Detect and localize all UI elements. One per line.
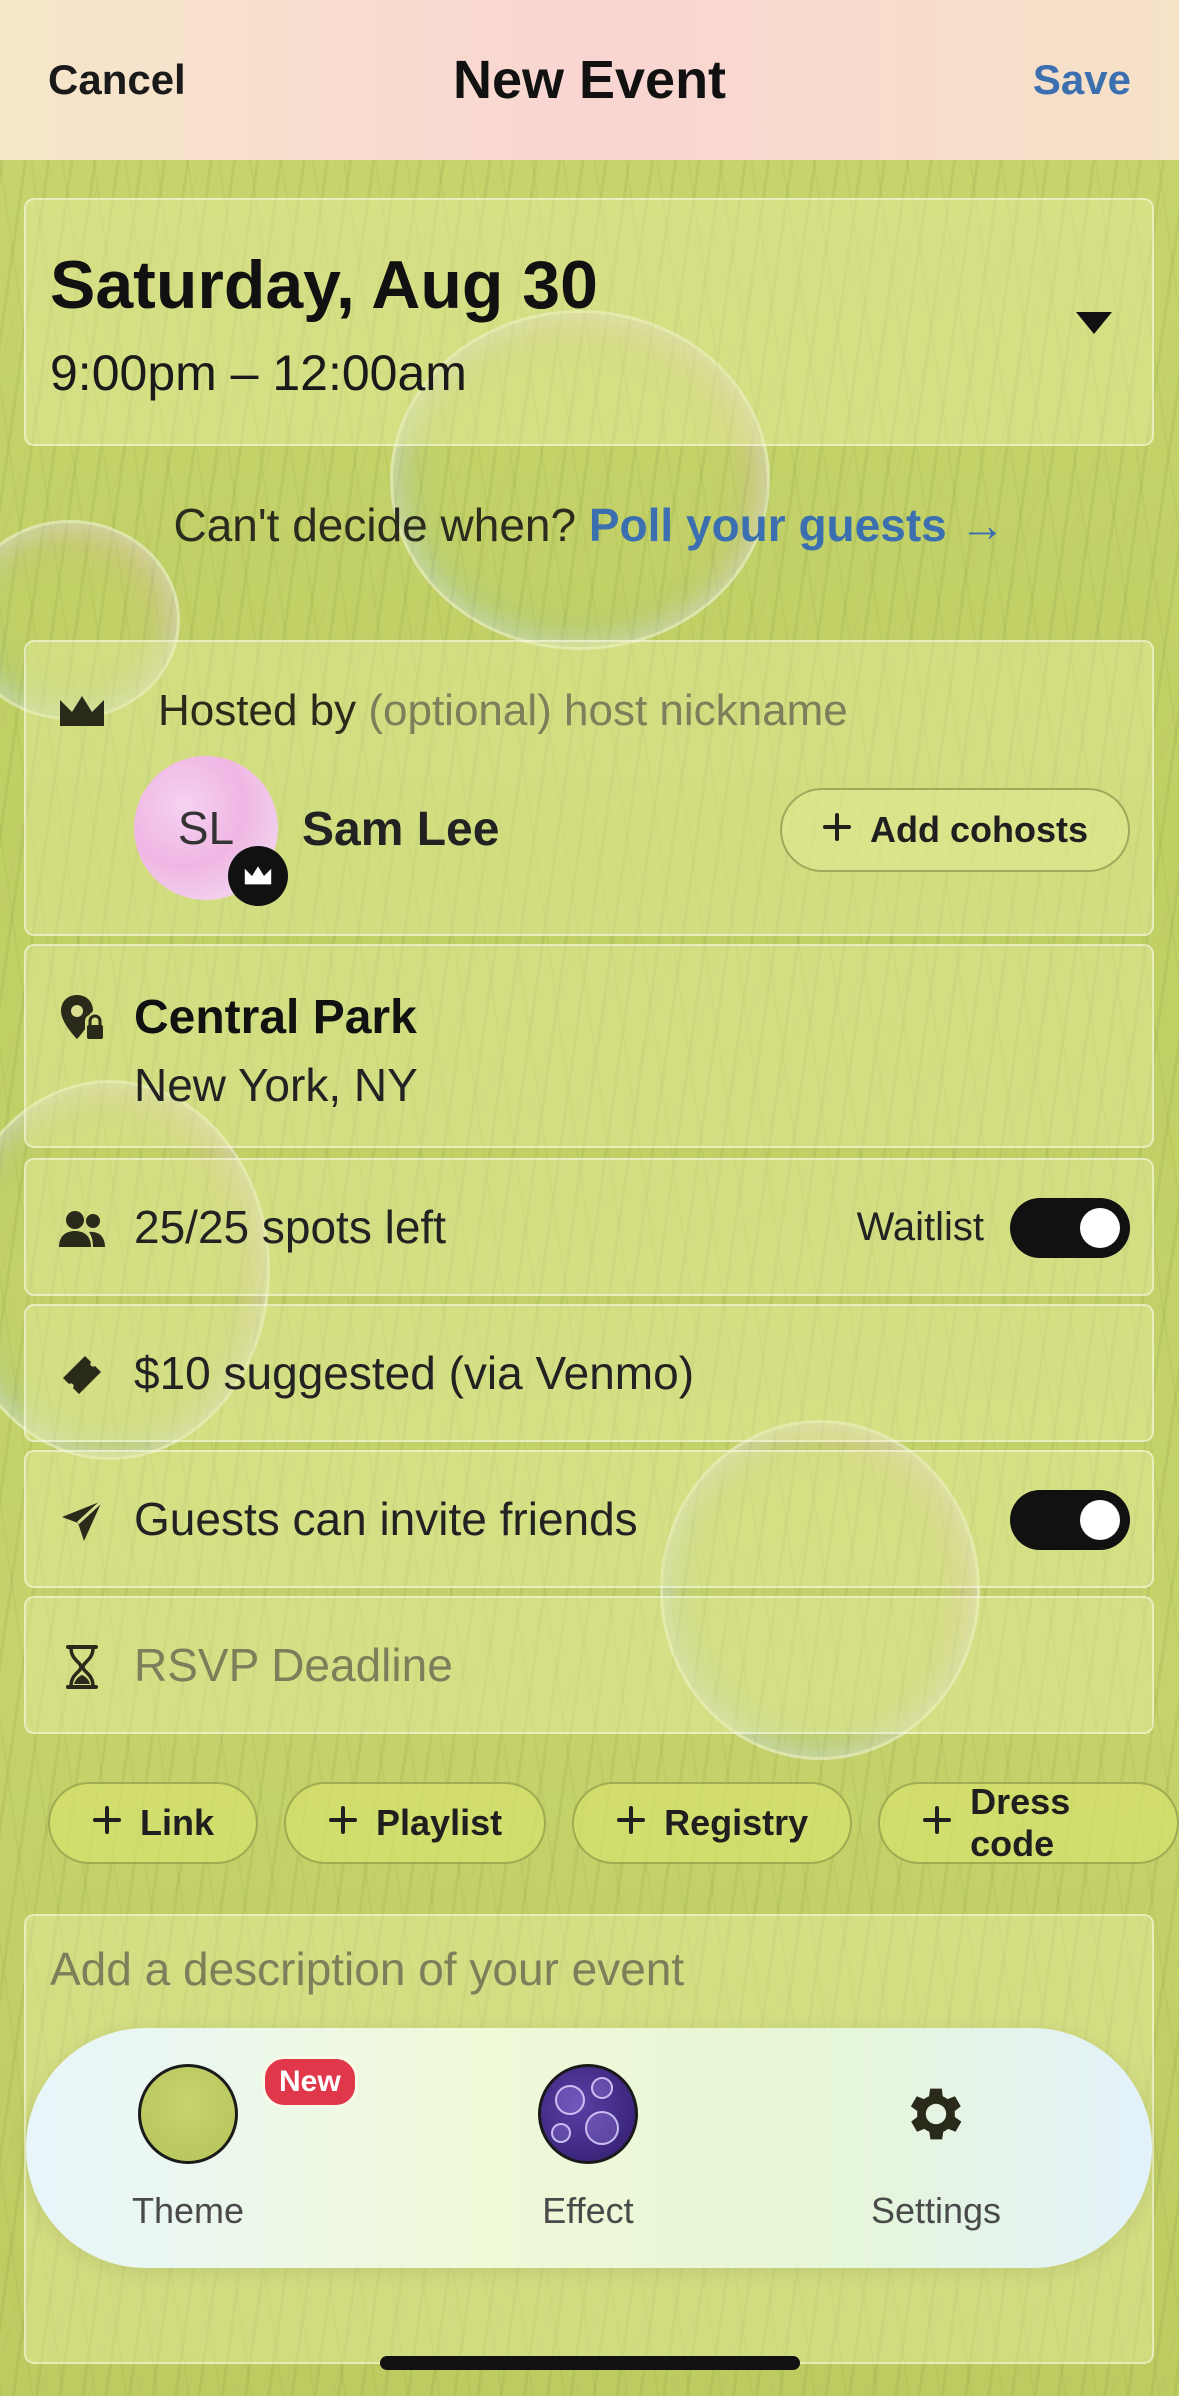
avatar: SL: [134, 756, 288, 906]
add-registry-label: Registry: [664, 1802, 809, 1843]
price-row[interactable]: $10 suggested (via Venmo): [24, 1304, 1154, 1442]
add-link-label: Link: [140, 1802, 215, 1843]
host-name: Sam Lee: [302, 803, 500, 856]
add-dress-code-label: Dress code: [970, 1781, 1071, 1864]
rsvp-deadline-field[interactable]: RSVP Deadline: [24, 1596, 1154, 1734]
plus-icon: [328, 1802, 358, 1844]
waitlist-toggle[interactable]: [1010, 1198, 1130, 1258]
rsvp-deadline-placeholder: RSVP Deadline: [134, 1639, 453, 1691]
host-nickname-field[interactable]: Hosted by (optional) host nickname: [158, 686, 848, 736]
bottom-dock: Theme New Effect Settings: [26, 2028, 1152, 2268]
poll-question: Can't decide when?: [173, 499, 577, 551]
guest-invite-toggle[interactable]: [1010, 1490, 1130, 1550]
effect-label: Effect: [542, 2190, 634, 2231]
settings-label: Settings: [870, 2190, 1002, 2231]
gear-icon: [886, 2064, 986, 2164]
theme-swatch-icon: [138, 2064, 238, 2164]
capacity-row[interactable]: 25/25 spots left Waitlist: [24, 1158, 1154, 1296]
host-section: Hosted by (optional) host nickname SL Sa…: [24, 640, 1154, 936]
plus-icon: [922, 1802, 952, 1844]
save-button[interactable]: Save: [1033, 56, 1131, 104]
new-badge: New: [262, 2056, 358, 2108]
add-cohosts-label: Add cohosts: [869, 809, 1088, 850]
hosted-by-label: Hosted by: [158, 686, 357, 735]
crown-badge-icon: [228, 846, 288, 906]
home-indicator: [380, 2356, 800, 2370]
location-city: New York, NY: [134, 1059, 418, 1111]
date-time-picker[interactable]: Saturday, Aug 30 9:00pm – 12:00am: [24, 198, 1154, 446]
plus-icon: [822, 809, 852, 851]
plus-icon: [92, 1802, 122, 1844]
event-time: 9:00pm – 12:00am: [50, 345, 467, 401]
event-date: Saturday, Aug 30: [50, 247, 598, 323]
host-nickname-placeholder: (optional) host nickname: [368, 686, 848, 735]
hourglass-icon: [56, 1641, 108, 1693]
poll-prompt: Can't decide when? Poll your guests →: [0, 498, 1179, 552]
effect-button[interactable]: Effect: [478, 2064, 698, 2232]
add-playlist-button[interactable]: Playlist: [284, 1782, 547, 1864]
people-icon: [56, 1203, 108, 1255]
avatar-initials: SL: [177, 802, 235, 854]
theme-label: Theme: [131, 2190, 245, 2231]
crown-icon: [56, 686, 108, 738]
description-placeholder: Add a description of your event: [50, 1943, 685, 1995]
location-field[interactable]: Central Park New York, NY: [24, 944, 1154, 1148]
add-cohosts-button[interactable]: Add cohosts: [779, 788, 1130, 872]
plus-icon: [616, 1802, 646, 1844]
add-registry-button[interactable]: Registry: [572, 1782, 853, 1864]
ticket-icon: [56, 1349, 108, 1401]
dropdown-caret-icon[interactable]: [1076, 312, 1112, 334]
guest-invite-label: Guests can invite friends: [134, 1493, 638, 1545]
bubbles-effect-icon: [538, 2064, 638, 2164]
send-icon: [56, 1495, 108, 1547]
cancel-button[interactable]: Cancel: [48, 56, 186, 104]
add-dress-code-button[interactable]: Dress code: [878, 1781, 1179, 1864]
location-name: Central Park: [134, 991, 417, 1044]
add-playlist-label: Playlist: [376, 1802, 503, 1843]
spots-left-label: 25/25 spots left: [134, 1201, 446, 1253]
nav-header: Cancel New Event Save: [0, 0, 1179, 160]
poll-guests-link[interactable]: Poll your guests →: [589, 499, 1006, 551]
add-link-button[interactable]: Link: [48, 1782, 259, 1864]
add-details-chips: Link Playlist Registry Dress code: [48, 1781, 1179, 1864]
waitlist-label: Waitlist: [856, 1204, 984, 1249]
price-label: $10 suggested (via Venmo): [134, 1347, 695, 1399]
settings-button[interactable]: Settings: [826, 2064, 1046, 2232]
location-lock-icon: [56, 992, 108, 1044]
guest-invite-row: Guests can invite friends: [24, 1450, 1154, 1588]
